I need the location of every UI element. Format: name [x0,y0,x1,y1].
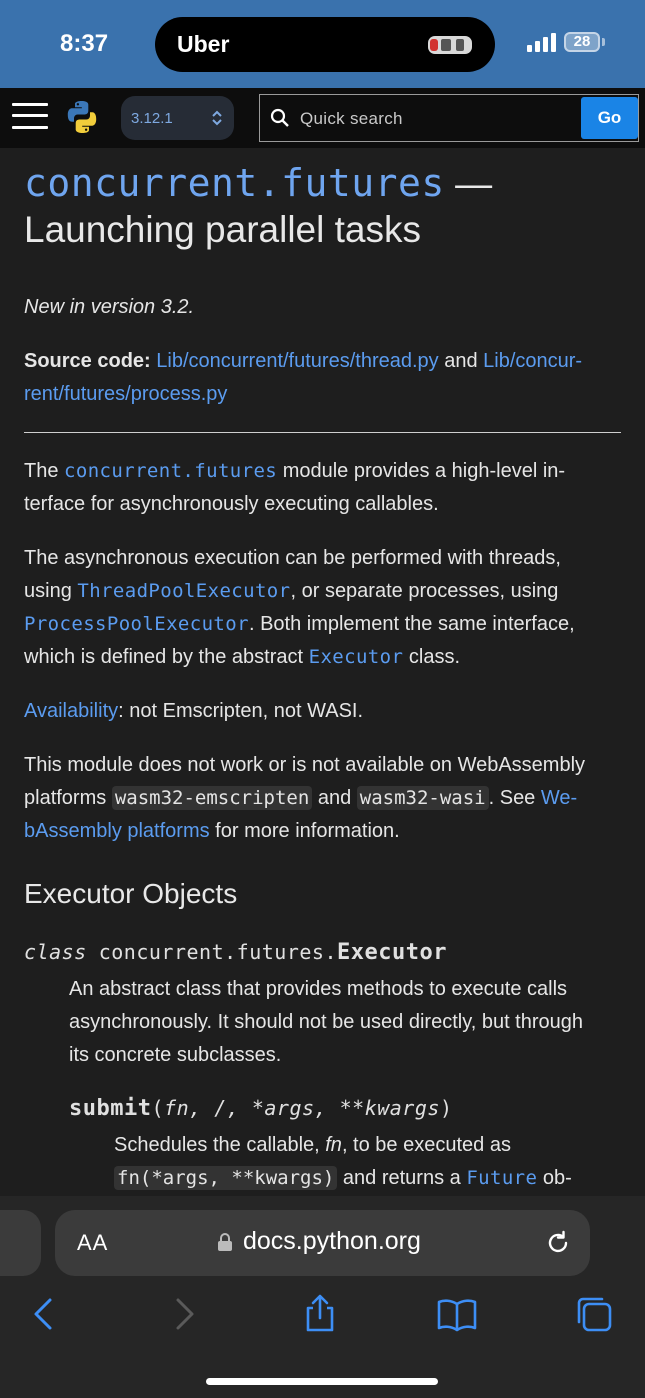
source-code-line: Source code: Lib/concurrent/futures/thre… [24,345,621,411]
p3-text: . See [488,787,541,809]
threadpoolexecutor-link[interactable]: ThreadPoolExecutor [77,580,290,602]
cellular-signal-icon [527,32,556,52]
reader-aa-button[interactable]: AA [77,1230,108,1256]
home-indicator[interactable] [206,1378,438,1385]
source-and: and [438,350,484,372]
submit-desc-fn: fn [325,1134,342,1156]
wasm32-wasi-code: wasm32-wasi [356,786,489,810]
wasm-paragraph: This module does not work or is not avai… [24,749,621,848]
submit-params: fn, /, *args, **kwargs [164,1096,440,1120]
version-label: 3.12.1 [131,109,173,127]
battery-icon: 28 [564,32,600,52]
p2-text: . Both implement the same interface, [248,613,575,635]
source-link-process-b[interactable]: rent/futures/process.py [24,383,227,405]
submit-open-paren: ( [151,1096,165,1120]
reload-icon[interactable] [544,1229,572,1257]
divider [24,432,621,433]
quick-search: Go [259,94,639,142]
previous-tab-preview[interactable] [0,1210,41,1276]
title-module-name: concurrent.futures [24,161,445,205]
webassembly-platforms-link-b[interactable]: bAssembly platforms [24,820,210,842]
forward-icon[interactable] [164,1294,204,1334]
p2-text: using [24,580,78,602]
webassembly-platforms-link-a[interactable]: We- [541,787,577,809]
tabs-icon[interactable] [574,1294,614,1334]
status-bar: 8:37 Uber 28 [0,0,645,88]
python-logo-icon[interactable] [65,100,99,134]
p3-text: for more information. [209,820,400,842]
status-time: 8:37 [60,30,109,57]
p1-text: module provides a high-level in- [277,460,566,482]
availability-link[interactable]: Availability [24,700,118,722]
availability-line: Availability: not Emscripten, not WASI. [24,695,621,728]
submit-call-code: fn(*args, **kwargs) [114,1166,338,1190]
page-title: concurrent.futures — Launching parallel … [24,160,621,253]
executor-desc-text: asynchronously. It should not be used di… [69,1011,584,1033]
car-icon [428,36,472,54]
doc-content: concurrent.futures — Launching parallel … [24,160,621,1195]
class-keyword: class [24,940,87,964]
source-link-thread[interactable]: Lib/concurrent/futures/thread.py [156,350,438,372]
processpoolexecutor-link[interactable]: ProcessPoolExecutor [24,613,249,635]
dynamic-island[interactable]: Uber [155,17,495,72]
share-icon[interactable] [300,1294,340,1334]
back-icon[interactable] [24,1294,64,1334]
p3-text: platforms [24,787,112,809]
submit-desc-text: ob- [537,1167,572,1189]
submit-desc-text: and returns a [337,1167,467,1189]
p1-text: The [24,460,65,482]
title-dash: — [444,163,493,204]
version-selector[interactable]: 3.12.1 [121,96,234,140]
executor-name: Executor [337,940,447,965]
section-title: Executor Objects [24,878,238,909]
title-text: Launching parallel tasks [24,209,421,250]
battery-level: 28 [573,33,591,50]
executor-signature: class concurrent.futures.Executor [24,940,621,965]
p2-text: class. [403,646,461,668]
address-bar[interactable]: AA docs.python.org [55,1210,590,1276]
new-in-version: New in version 3.2. [24,296,195,318]
executor-desc-text: its concrete subclasses. [69,1044,282,1066]
status-indicators: 28 [527,32,605,52]
docs-navbar: 3.12.1 Go [0,88,645,148]
executor-description: An abstract class that provides methods … [69,973,621,1072]
submit-close-paren: ) [439,1096,453,1120]
p2-text: which is defined by the abstract [24,646,309,668]
source-label: Source code: [24,350,151,372]
battery-cap [602,38,605,46]
future-link[interactable]: Future [466,1167,537,1189]
p2-text: The asynchronous execution can be perfor… [24,547,561,569]
p3-text: This module does not work or is not avai… [24,754,586,776]
executor-desc-text: An abstract class that provides methods … [69,978,568,1000]
url-domain: docs.python.org [243,1227,421,1255]
search-icon [270,108,289,127]
island-app-label: Uber [177,31,230,57]
execution-paragraph: The asynchronous execution can be perfor… [24,542,621,674]
menu-icon[interactable] [12,101,48,131]
p1-text: terface for asynchronously executing cal… [24,493,439,515]
source-link-process-a[interactable]: Lib/concur- [483,350,582,372]
p3-text: and [312,787,357,809]
wasm32-emscripten-code: wasm32-emscripten [111,786,313,810]
chevron-up-down-icon [212,110,222,126]
safari-bottom-bar: AA docs.python.org [0,1196,645,1398]
submit-description: Schedules the callable, fn, to be execut… [114,1129,621,1195]
intro-paragraph: The concurrent.futures module provides a… [24,455,621,521]
availability-text: : not Emscripten, not WASI. [118,700,364,722]
executor-prefix: concurrent.futures. [98,940,337,964]
submit-signature: submit(fn, /, *args, **kwargs) [69,1096,621,1121]
executor-link[interactable]: Executor [309,646,404,668]
lock-icon [218,1233,232,1251]
go-button[interactable]: Go [581,97,638,139]
submit-desc-text: , to be executed as [341,1134,511,1156]
search-input[interactable] [298,105,572,133]
submit-desc-text: Schedules the callable, [114,1134,326,1156]
concurrent-futures-link[interactable]: concurrent.futures [64,460,277,482]
p2-text: , or separate processes, using [290,580,559,602]
submit-name: submit [69,1096,152,1121]
bookmarks-icon[interactable] [437,1294,477,1334]
